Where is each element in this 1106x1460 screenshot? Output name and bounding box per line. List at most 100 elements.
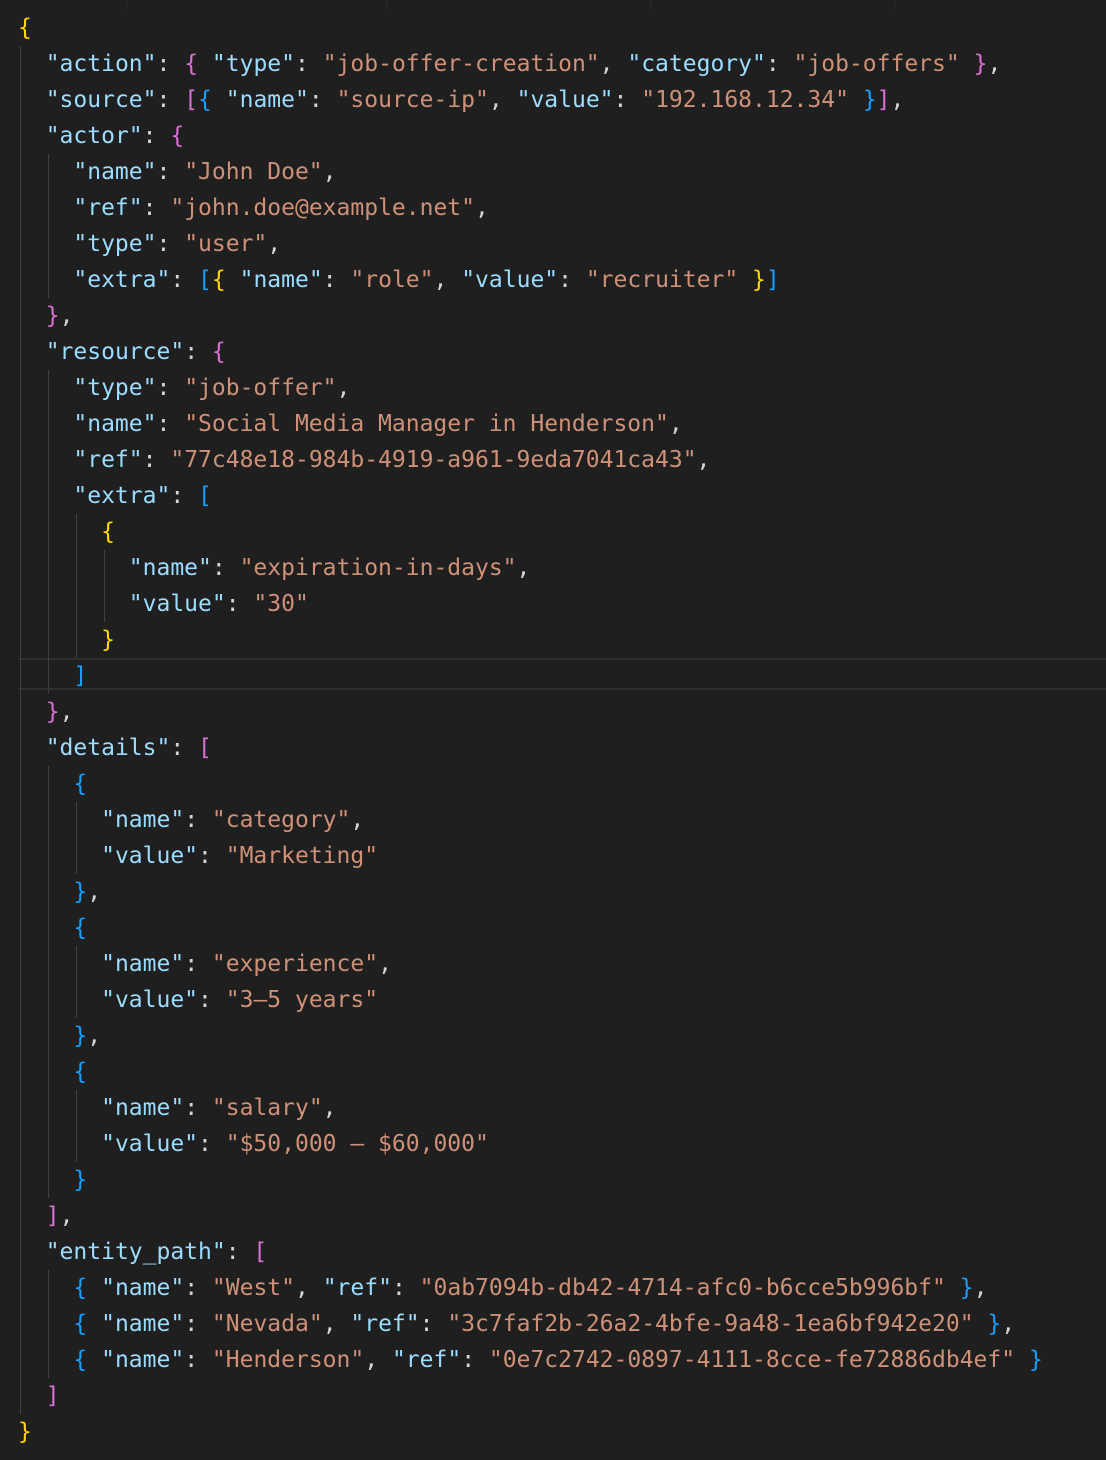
code-line[interactable]: "name": "category", bbox=[18, 802, 364, 838]
code-token: "value" bbox=[101, 987, 199, 1013]
code-line[interactable]: { "name": "West", "ref": "0ab7094b-db42-… bbox=[18, 1270, 987, 1306]
code-token: [ bbox=[198, 267, 212, 293]
code-token: { bbox=[211, 267, 226, 293]
code-token: } bbox=[45, 303, 60, 329]
code-token: , bbox=[336, 375, 351, 401]
code-token: "Nevada" bbox=[211, 1311, 323, 1337]
code-line[interactable]: "value": "Marketing" bbox=[18, 838, 378, 874]
code-token: } bbox=[752, 267, 766, 293]
code-token: "value" bbox=[101, 843, 199, 869]
code-token: "recruiter" bbox=[585, 267, 739, 293]
code-line[interactable]: "actor": { bbox=[18, 118, 185, 154]
code-line[interactable]: }, bbox=[18, 1018, 101, 1054]
code-line[interactable]: "entity_path": [ bbox=[18, 1234, 268, 1270]
code-line[interactable]: { bbox=[18, 766, 87, 802]
code-line[interactable]: "ref": "john.doe@example.net", bbox=[18, 190, 488, 226]
code-line[interactable]: { bbox=[18, 1054, 87, 1090]
code-token: : bbox=[184, 951, 212, 977]
code-line[interactable]: ] bbox=[18, 658, 87, 694]
code-token: ] bbox=[876, 87, 891, 113]
code-token: "user" bbox=[184, 231, 268, 257]
code-token: } bbox=[959, 1275, 974, 1301]
code-token: } bbox=[973, 51, 988, 77]
tab-separator bbox=[650, 0, 895, 10]
code-line[interactable]: "name": "Social Media Manager in Henders… bbox=[18, 406, 683, 442]
code-token: { bbox=[198, 87, 212, 113]
code-line[interactable]: "extra": [{ "name": "role", "value": "re… bbox=[18, 262, 779, 298]
code-line[interactable]: "source": [{ "name": "source-ip", "value… bbox=[18, 82, 905, 118]
code-line[interactable]: "name": "John Doe", bbox=[18, 154, 336, 190]
code-token: : bbox=[184, 807, 212, 833]
code-token: , bbox=[267, 231, 282, 257]
code-token: } bbox=[73, 1023, 88, 1049]
code-line[interactable]: "name": "expiration-in-days", bbox=[18, 550, 531, 586]
code-token: : bbox=[295, 51, 323, 77]
code-token: "ref" bbox=[322, 1275, 392, 1301]
code-line[interactable]: "value": "30" bbox=[18, 586, 309, 622]
code-token: : bbox=[225, 1239, 254, 1265]
code-token: , bbox=[59, 699, 74, 725]
code-token: "salary" bbox=[211, 1095, 323, 1121]
code-token: "type" bbox=[73, 375, 157, 401]
code-token: } bbox=[101, 627, 115, 653]
code-token: : bbox=[419, 1311, 448, 1337]
code-line[interactable]: } bbox=[18, 1414, 32, 1450]
code-token: , bbox=[973, 1275, 988, 1301]
code-line[interactable]: "value": "3–5 years" bbox=[18, 982, 378, 1018]
code-token: "0ab7094b-db42-4714-afc0-b6cce5b996bf" bbox=[419, 1275, 946, 1301]
code-line[interactable]: }, bbox=[18, 874, 101, 910]
code-token: : bbox=[184, 1311, 212, 1337]
code-editor[interactable]: { "action": { "type": "job-offer-creatio… bbox=[0, 0, 1106, 1460]
code-line[interactable]: "name": "salary", bbox=[18, 1090, 336, 1126]
code-line[interactable]: "value": "$50,000 – $60,000" bbox=[18, 1126, 489, 1162]
code-token: "3c7faf2b-26a2-4bfe-9a48-1ea6bf942e20" bbox=[447, 1311, 974, 1337]
code-line[interactable]: "name": "experience", bbox=[18, 946, 392, 982]
code-token: } bbox=[73, 879, 88, 905]
code-token: "job-offer" bbox=[184, 375, 337, 401]
code-line[interactable]: "ref": "77c48e18-984b-4919-a961-9eda7041… bbox=[18, 442, 710, 478]
code-token: : bbox=[211, 555, 240, 581]
code-line[interactable]: { bbox=[18, 514, 115, 550]
code-line[interactable]: { bbox=[18, 910, 87, 946]
code-line[interactable]: "details": [ bbox=[18, 730, 212, 766]
code-line[interactable]: { "name": "Nevada", "ref": "3c7faf2b-26a… bbox=[18, 1306, 1015, 1342]
code-token: "Marketing" bbox=[225, 843, 379, 869]
code-line[interactable]: }, bbox=[18, 298, 74, 334]
code-token: , bbox=[668, 411, 683, 437]
code-line[interactable]: { bbox=[18, 10, 32, 46]
code-token: "entity_path" bbox=[45, 1239, 226, 1265]
code-line[interactable]: "type": "user", bbox=[18, 226, 281, 262]
code-line[interactable]: ] bbox=[18, 1378, 60, 1414]
code-line[interactable]: "type": "job-offer", bbox=[18, 370, 350, 406]
code-token: "30" bbox=[253, 591, 309, 617]
code-line[interactable]: "resource": { bbox=[18, 334, 226, 370]
code-token: , bbox=[295, 1275, 323, 1301]
code-line[interactable]: "extra": [ bbox=[18, 478, 212, 514]
code-line[interactable]: } bbox=[18, 622, 115, 658]
code-line[interactable]: ], bbox=[18, 1198, 74, 1234]
code-line[interactable]: { "name": "Henderson", "ref": "0e7c2742-… bbox=[18, 1342, 1042, 1378]
code-token: "action" bbox=[45, 51, 157, 77]
code-token: "name" bbox=[128, 555, 212, 581]
code-token: { bbox=[73, 1347, 88, 1373]
code-line[interactable]: } bbox=[18, 1162, 87, 1198]
code-line[interactable]: }, bbox=[18, 694, 74, 730]
code-token: "experience" bbox=[211, 951, 379, 977]
code-token: { bbox=[170, 123, 185, 149]
code-token: : bbox=[184, 1347, 212, 1373]
code-line[interactable]: "action": { "type": "job-offer-creation"… bbox=[18, 46, 1002, 82]
code-token: "0e7c2742-0897-4111-8cce-fe72886db4ef" bbox=[488, 1347, 1016, 1373]
